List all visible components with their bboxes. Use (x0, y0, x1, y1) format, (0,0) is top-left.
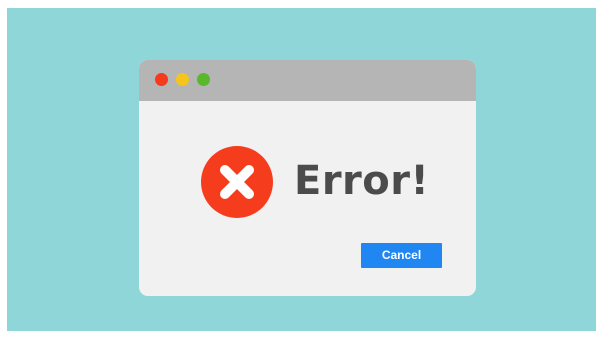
close-window-button[interactable] (155, 73, 168, 86)
cancel-button[interactable]: Cancel (361, 243, 442, 268)
x-mark-icon (220, 165, 254, 199)
error-dialog-window: Error! Cancel (139, 60, 476, 296)
error-icon (201, 146, 273, 218)
error-message: Error! (294, 158, 430, 204)
minimize-window-button[interactable] (176, 73, 189, 86)
maximize-window-button[interactable] (197, 73, 210, 86)
window-titlebar (139, 60, 476, 101)
